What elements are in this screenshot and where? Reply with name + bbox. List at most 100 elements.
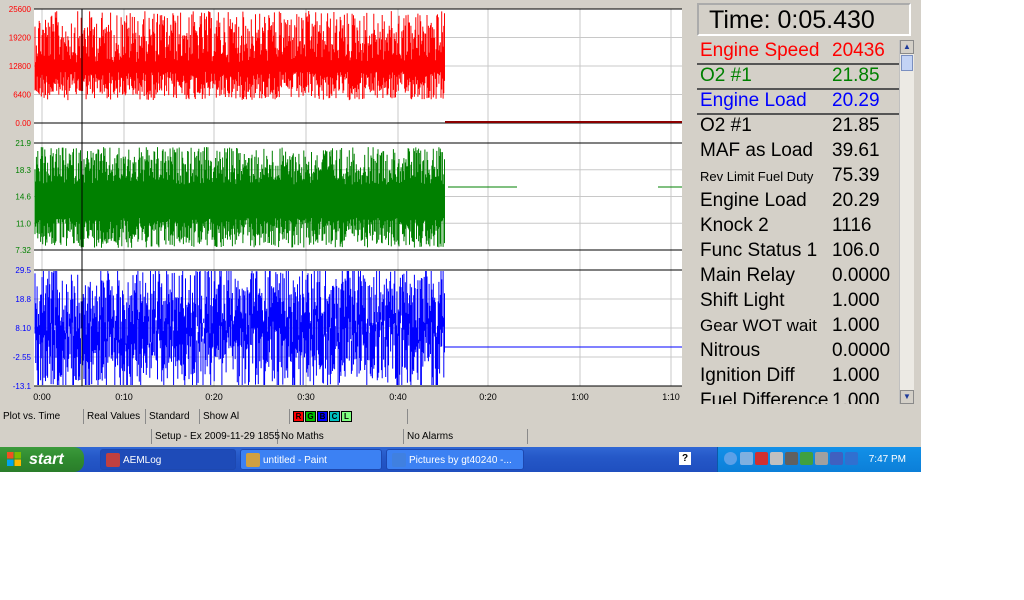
task-app-icon bbox=[106, 453, 120, 467]
volume-icon[interactable] bbox=[785, 452, 798, 465]
log-graph[interactable]: 25600 19200 12800 6400 0.00 21.9 18.3 14.6 11.0 7… bbox=[0, 0, 693, 407]
param-row[interactable]: Rev Limit Fuel Duty 75.39 bbox=[697, 163, 899, 188]
param-row[interactable]: Func Status 1 106.0 bbox=[697, 238, 899, 263]
value-mode[interactable]: Real Values bbox=[84, 409, 146, 424]
param-name: O2 #1 bbox=[700, 65, 752, 86]
param-value: 1.000 bbox=[832, 290, 880, 311]
param-row[interactable]: MAF as Load 39.61 bbox=[697, 138, 899, 163]
y-tick-label: 8.10 bbox=[15, 324, 31, 333]
x-tick-label: 1:00 bbox=[571, 392, 589, 402]
view-mode[interactable]: Standard bbox=[146, 409, 200, 424]
windows-logo-icon bbox=[7, 452, 21, 466]
param-value: 21.85 bbox=[832, 115, 880, 136]
parameter-list[interactable]: Engine Speed 20436 O2 #1 21.85 Engine Load 20… bbox=[697, 38, 899, 404]
param-row[interactable]: Main Relay 0.0000 bbox=[697, 263, 899, 288]
param-row[interactable]: Engine Load 20.29 bbox=[697, 188, 899, 213]
param-value: 0.0000 bbox=[832, 340, 891, 361]
param-name: Engine Load bbox=[700, 90, 807, 111]
x-tick-label: 0:20 bbox=[205, 392, 223, 402]
y-tick-label: -2.55 bbox=[13, 353, 32, 362]
help-icon[interactable]: ? bbox=[679, 452, 691, 465]
channel-panel: Time: 0:05.430 Engine Speed 20436 O2 #1 21.… bbox=[695, 0, 918, 407]
network-icon[interactable] bbox=[740, 452, 753, 465]
messenger-icon[interactable] bbox=[845, 452, 858, 465]
tray-status-icon[interactable] bbox=[800, 452, 813, 465]
x-tick-label: 0:40 bbox=[389, 392, 407, 402]
param-name: Knock 2 bbox=[700, 215, 769, 236]
param-scrollbar[interactable]: ▲ ▼ bbox=[899, 40, 914, 404]
param-row[interactable]: Gear WOT wait 1.000 bbox=[697, 313, 899, 338]
show-all[interactable]: Show Al bbox=[200, 409, 290, 424]
param-value: 21.85 bbox=[832, 65, 880, 86]
tray-arrow-icon[interactable] bbox=[724, 452, 737, 465]
param-name: Rev Limit Fuel Duty bbox=[700, 169, 814, 184]
param-row[interactable]: Ignition Diff 1.000 bbox=[697, 363, 899, 388]
channel-toggle[interactable]: R bbox=[293, 410, 304, 422]
param-value: 0.0000 bbox=[832, 265, 891, 286]
param-value: 1.000 bbox=[832, 365, 880, 386]
plot-area[interactable]: 25600 19200 12800 6400 0.00 21.9 18.3 14.6 11.0 7… bbox=[0, 0, 693, 407]
param-value: 1.000 bbox=[832, 390, 880, 404]
param-value: 1116 bbox=[832, 215, 872, 236]
param-value: 20436 bbox=[832, 40, 885, 61]
channel-toggle[interactable]: G bbox=[305, 410, 316, 422]
status-bar-bottom: Setup - Ex 2009-11-29 1855 No Maths No A… bbox=[0, 428, 921, 446]
scroll-thumb[interactable] bbox=[901, 55, 913, 71]
taskbar-button[interactable]: Pictures by gt40240 -... bbox=[386, 449, 524, 470]
task-label: Pictures by gt40240 -... bbox=[409, 455, 512, 466]
param-row[interactable]: Fuel Difference 1.000 bbox=[697, 388, 899, 404]
channel-toggle[interactable]: C bbox=[329, 410, 340, 422]
param-name: Ignition Diff bbox=[700, 365, 795, 386]
y-tick-label: 0.00 bbox=[15, 119, 31, 128]
y-tick-label: 19200 bbox=[9, 34, 32, 43]
channel-toggles: RGBCL bbox=[290, 409, 408, 424]
clock: 7:47 PM bbox=[868, 454, 906, 465]
y-tick-label: 21.9 bbox=[15, 139, 31, 148]
aemlog-window: 25600 19200 12800 6400 0.00 21.9 18.3 14.6 11.0 7… bbox=[0, 0, 921, 472]
time-display: Time: 0:05.430 bbox=[697, 3, 911, 36]
param-name: Engine Load bbox=[700, 190, 807, 211]
param-row[interactable]: Shift Light 1.000 bbox=[697, 288, 899, 313]
taskbar-button[interactable]: AEMLog bbox=[100, 449, 236, 470]
param-row[interactable]: O2 #1 21.85 bbox=[697, 113, 899, 138]
x-tick-label: 1:10 bbox=[662, 392, 680, 402]
y-tick-label: 18.8 bbox=[15, 295, 31, 304]
param-row[interactable]: O2 #1 21.85 bbox=[697, 63, 899, 90]
maths-status: No Maths bbox=[278, 429, 404, 444]
plot-mode[interactable]: Plot vs. Time bbox=[0, 409, 84, 424]
task-label: untitled - Paint bbox=[263, 455, 327, 466]
task-label: AEMLog bbox=[123, 455, 162, 466]
param-row[interactable]: Knock 2 1116 bbox=[697, 213, 899, 238]
taskbar: start AEMLog untitled - Paint Pictures by … bbox=[0, 447, 921, 472]
y-tick-label: 18.3 bbox=[15, 166, 31, 175]
scroll-down-icon[interactable]: ▼ bbox=[900, 390, 914, 404]
task-app-icon bbox=[392, 453, 406, 467]
alarms-status: No Alarms bbox=[404, 429, 528, 444]
y-tick-label: 6400 bbox=[13, 91, 31, 100]
channel-toggle[interactable]: L bbox=[341, 410, 352, 422]
safely-remove-icon[interactable] bbox=[830, 452, 843, 465]
taskbar-button[interactable]: untitled - Paint bbox=[240, 449, 382, 470]
param-row[interactable]: Engine Load 20.29 bbox=[697, 88, 899, 115]
status-spacer bbox=[0, 429, 152, 444]
param-name: Shift Light bbox=[700, 290, 785, 311]
param-row[interactable]: Engine Speed 20436 bbox=[697, 38, 899, 65]
param-name: Nitrous bbox=[700, 340, 761, 361]
start-button[interactable]: start bbox=[0, 447, 84, 472]
antivirus-icon[interactable] bbox=[755, 452, 768, 465]
y-tick-label: 7.32 bbox=[15, 246, 31, 255]
y-tick-label: 11.0 bbox=[16, 219, 32, 228]
x-tick-label: 0:00 bbox=[33, 392, 51, 402]
param-value: 1.000 bbox=[832, 315, 880, 336]
x-tick-label: 0:20 bbox=[479, 392, 497, 402]
x-tick-label: 0:10 bbox=[115, 392, 133, 402]
param-value: 106.0 bbox=[832, 240, 880, 261]
start-label: start bbox=[29, 451, 64, 468]
param-name: Gear WOT wait bbox=[700, 316, 817, 335]
channel-toggle[interactable]: B bbox=[317, 410, 328, 422]
scroll-up-icon[interactable]: ▲ bbox=[900, 40, 914, 54]
param-value: 20.29 bbox=[832, 190, 880, 211]
param-row[interactable]: Nitrous 0.0000 bbox=[697, 338, 899, 363]
tray-app-icon[interactable] bbox=[770, 452, 783, 465]
display-icon[interactable] bbox=[815, 452, 828, 465]
